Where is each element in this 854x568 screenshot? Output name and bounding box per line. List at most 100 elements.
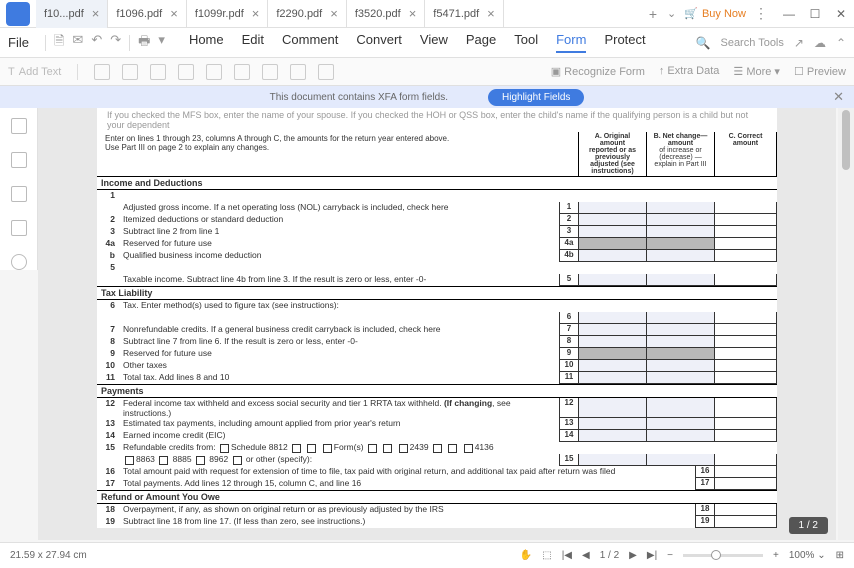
redo-icon[interactable]: ↷: [110, 32, 121, 54]
cloud-icon[interactable]: ☁: [814, 36, 826, 50]
tab-close-icon[interactable]: ×: [487, 6, 495, 21]
page-dimensions: 21.59 x 27.94 cm: [10, 550, 87, 561]
signature-tool-icon[interactable]: [262, 64, 278, 80]
page-number-input[interactable]: 1 / 2: [600, 550, 619, 561]
form-line: 13Estimated tax payments, including amou…: [97, 418, 777, 430]
next-page-icon[interactable]: ▶: [629, 550, 637, 561]
form-line: 6: [97, 312, 777, 324]
document-viewport[interactable]: If you checked the MFS box, enter the na…: [38, 108, 836, 540]
maximize-button[interactable]: ☐: [802, 7, 828, 21]
hand-tool-icon[interactable]: ✋: [520, 550, 532, 561]
form-line: 18Overpayment, if any, as shown on origi…: [97, 504, 777, 516]
tab-close-icon[interactable]: ×: [170, 6, 178, 21]
print-dropdown-icon[interactable]: ▾: [158, 32, 165, 54]
search-icon[interactable]: 🔍: [696, 36, 711, 50]
menu-convert[interactable]: Convert: [356, 32, 402, 53]
zoom-slider-thumb[interactable]: [711, 550, 721, 560]
tab-1[interactable]: f1096.pdf×: [108, 0, 186, 28]
menu-comment[interactable]: Comment: [282, 32, 338, 53]
form-line: 3Subtract line 2 from line 13: [97, 226, 777, 238]
comments-icon[interactable]: [11, 186, 27, 202]
tab-close-icon[interactable]: ×: [92, 6, 100, 21]
add-text-tool[interactable]: TAdd Text: [8, 66, 61, 78]
form-line: 8863 8885 8962 or other (specify):15: [97, 454, 777, 466]
highlight-fields-button[interactable]: Highlight Fields: [488, 89, 584, 106]
vertical-scrollbar[interactable]: [838, 108, 854, 540]
menu-home[interactable]: Home: [189, 32, 224, 53]
checkbox-tool-icon[interactable]: [122, 64, 138, 80]
undo-icon[interactable]: ↶: [91, 32, 102, 54]
listbox-tool-icon[interactable]: [206, 64, 222, 80]
print-icon[interactable]: 🖶: [138, 32, 150, 54]
form-line: 16Total amount paid with request for ext…: [97, 466, 777, 478]
save-icon[interactable]: 🗎: [54, 32, 64, 54]
recognize-form-button[interactable]: ▣ Recognize Form: [551, 65, 645, 78]
tab-5[interactable]: f5471.pdf×: [425, 0, 503, 28]
page-indicator-badge: 1 / 2: [789, 517, 828, 534]
section-title: Refund or Amount You Owe: [97, 490, 777, 504]
status-bar: 21.59 x 27.94 cm ✋ ⬚ |◀ ◀ 1 / 2 ▶ ▶| − +…: [0, 542, 854, 568]
form-line: 10Other taxes10: [97, 360, 777, 372]
app-icon: [6, 2, 30, 26]
mail-icon[interactable]: ✉: [72, 32, 83, 54]
thumbnails-icon[interactable]: [11, 118, 27, 134]
menu-tool[interactable]: Tool: [514, 32, 538, 53]
radio-tool-icon[interactable]: [150, 64, 166, 80]
button-tool-icon[interactable]: [234, 64, 250, 80]
zoom-level-dropdown[interactable]: 100% ⌄: [789, 550, 826, 561]
bookmarks-icon[interactable]: [11, 152, 27, 168]
section-title: Tax Liability: [97, 286, 777, 300]
col-b-header: B. Net change—amountof increase or (decr…: [647, 132, 715, 176]
first-page-icon[interactable]: |◀: [562, 550, 572, 561]
collapse-icon[interactable]: ⌃: [836, 36, 846, 50]
search-tools-button[interactable]: Search Tools: [720, 37, 783, 49]
form-line: 8Subtract line 7 from line 6. If the res…: [97, 336, 777, 348]
menu-form[interactable]: Form: [556, 32, 586, 53]
buy-now-link[interactable]: Buy Now: [684, 7, 746, 20]
share-icon[interactable]: ↗: [794, 36, 804, 50]
zoom-out-icon[interactable]: −: [667, 550, 673, 561]
titlebar-more-icon[interactable]: ⋮: [754, 5, 768, 22]
textfield-tool-icon[interactable]: [94, 64, 110, 80]
tab-4[interactable]: f3520.pdf×: [347, 0, 425, 28]
form-line: 9Reserved for future use9: [97, 348, 777, 360]
tab-2[interactable]: f1099r.pdf×: [187, 0, 269, 28]
menu-view[interactable]: View: [420, 32, 448, 53]
file-menu[interactable]: File: [8, 35, 29, 50]
instruction-2: Use Part III on page 2 to explain any ch…: [105, 143, 570, 152]
menu-protect[interactable]: Protect: [604, 32, 645, 53]
col-c-header: C. Correct amount: [715, 132, 777, 176]
form-line: 15Refundable credits from: Schedule 8812…: [97, 442, 777, 454]
zoom-in-icon[interactable]: +: [773, 550, 779, 561]
tab-3[interactable]: f2290.pdf×: [268, 0, 346, 28]
new-tab-button[interactable]: +: [639, 6, 667, 22]
attachments-icon[interactable]: [11, 220, 27, 236]
table-header: Enter on lines 1 through 23, columns A t…: [97, 132, 777, 176]
tab-close-icon[interactable]: ×: [409, 6, 417, 21]
form-line: 12Federal income tax withheld and excess…: [97, 398, 777, 418]
prev-page-icon[interactable]: ◀: [582, 550, 590, 561]
tab-overflow-icon[interactable]: ⌄: [667, 7, 676, 20]
window-controls: — ☐ ✕: [776, 7, 854, 21]
last-page-icon[interactable]: ▶|: [647, 550, 657, 561]
date-tool-icon[interactable]: [318, 64, 334, 80]
minimize-button[interactable]: —: [776, 7, 802, 21]
select-tool-icon[interactable]: ⬚: [542, 550, 551, 561]
form-line: 6Tax. Enter method(s) used to figure tax…: [97, 300, 777, 312]
more-button[interactable]: ☰ More ▾: [733, 65, 780, 78]
fit-page-icon[interactable]: ⊞: [836, 550, 844, 561]
notice-close-icon[interactable]: ✕: [833, 89, 844, 105]
tab-close-icon[interactable]: ×: [330, 6, 338, 21]
preview-button[interactable]: ☐ Preview: [794, 65, 846, 78]
menu-edit[interactable]: Edit: [242, 32, 264, 53]
menu-page[interactable]: Page: [466, 32, 496, 53]
search-panel-icon[interactable]: [11, 254, 27, 270]
tab-0[interactable]: f10...pdf×: [36, 0, 108, 28]
extra-data-button[interactable]: ↑ Extra Data: [659, 65, 720, 78]
zoom-slider[interactable]: [683, 554, 763, 557]
close-button[interactable]: ✕: [828, 7, 854, 21]
dropdown-tool-icon[interactable]: [178, 64, 194, 80]
tab-close-icon[interactable]: ×: [252, 6, 260, 21]
image-tool-icon[interactable]: [290, 64, 306, 80]
scrollbar-thumb[interactable]: [842, 110, 850, 170]
